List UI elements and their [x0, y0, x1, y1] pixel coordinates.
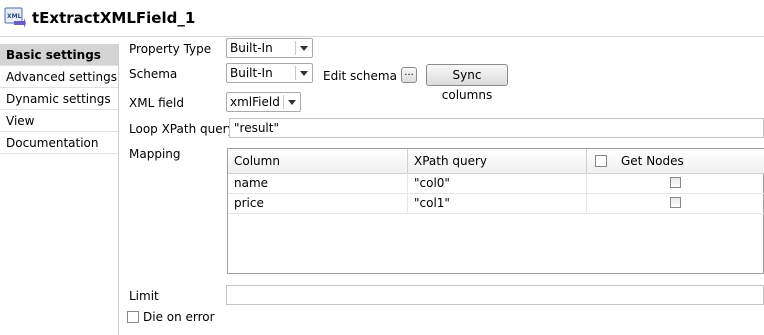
- sync-columns-button[interactable]: Sync columns: [426, 64, 508, 102]
- chevron-down-icon: [300, 71, 308, 76]
- combo-separator: [295, 41, 296, 55]
- title-divider: [0, 36, 764, 37]
- combo-separator: [283, 95, 284, 109]
- edit-schema-button[interactable]: ...: [401, 67, 417, 83]
- limit-label: Limit: [129, 289, 159, 303]
- sidebar-item-advanced-settings[interactable]: Advanced settings: [0, 66, 118, 88]
- xml-field-value: xmlField: [230, 95, 280, 109]
- get-nodes-select-all-checkbox[interactable]: [595, 155, 607, 167]
- settings-sidebar: Basic settings Advanced settings Dynamic…: [0, 44, 119, 335]
- property-type-value: Built-In: [230, 41, 273, 55]
- table-row[interactable]: price "col1": [228, 193, 764, 214]
- row-column-cell[interactable]: name: [228, 173, 408, 193]
- row-xpath-cell[interactable]: "col0": [408, 173, 587, 193]
- property-type-label: Property Type: [129, 42, 212, 56]
- sidebar-item-dynamic-settings[interactable]: Dynamic settings: [0, 88, 118, 110]
- row-get-nodes-checkbox[interactable]: [670, 197, 681, 208]
- xml-field-select[interactable]: xmlField: [226, 92, 301, 112]
- limit-input[interactable]: [226, 285, 764, 305]
- column-header-xpath-query[interactable]: XPath query: [408, 149, 587, 173]
- column-header-column[interactable]: Column: [228, 149, 408, 173]
- die-on-error-checkbox[interactable]: [127, 311, 139, 323]
- sidebar-item-basic-settings[interactable]: Basic settings: [0, 44, 118, 66]
- table-row[interactable]: name "col0": [228, 173, 764, 194]
- mapping-label: Mapping: [129, 147, 181, 161]
- sidebar-item-documentation[interactable]: Documentation: [0, 132, 118, 154]
- schema-value: Built-In: [230, 66, 273, 80]
- die-on-error-label: Die on error: [143, 310, 215, 324]
- chevron-down-icon: [300, 46, 308, 51]
- combo-separator: [295, 66, 296, 80]
- loop-xpath-label: Loop XPath query: [129, 122, 235, 136]
- row-column-cell[interactable]: price: [228, 193, 408, 213]
- page-title: tExtractXMLField_1: [32, 9, 196, 27]
- loop-xpath-input[interactable]: "result": [229, 118, 764, 138]
- row-xpath-cell[interactable]: "col1": [408, 193, 587, 213]
- xml-component-icon: XML: [4, 7, 26, 28]
- xml-field-label: XML field: [129, 96, 184, 110]
- title-bar: XML tExtractXMLField_1: [0, 0, 764, 36]
- schema-select[interactable]: Built-In: [226, 63, 313, 83]
- svg-text:XML: XML: [7, 13, 22, 20]
- chevron-down-icon: [288, 100, 296, 105]
- edit-schema-label: Edit schema: [323, 69, 397, 83]
- row-get-nodes-checkbox[interactable]: [670, 177, 681, 188]
- sidebar-item-view[interactable]: View: [0, 110, 118, 132]
- mapping-table: Column XPath query Get Nodes name "col0"…: [227, 148, 764, 274]
- mapping-table-header: Column XPath query Get Nodes: [228, 149, 764, 174]
- schema-label: Schema: [129, 67, 178, 81]
- column-header-get-nodes[interactable]: Get Nodes: [587, 149, 764, 173]
- property-type-select[interactable]: Built-In: [226, 38, 313, 58]
